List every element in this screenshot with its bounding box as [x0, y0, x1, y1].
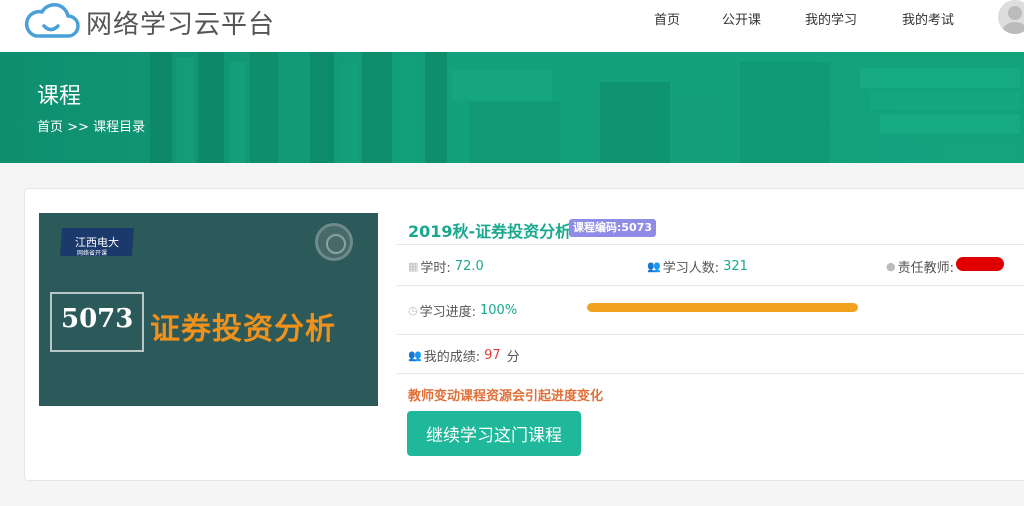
logo-text: 网络学习云平台: [86, 9, 276, 40]
score-unit: 分: [506, 350, 520, 365]
cover-course-name: 证券投资分析: [150, 312, 336, 347]
user-icon: ●: [886, 260, 896, 273]
divider: [397, 373, 1024, 374]
redacted-teacher-name: [956, 257, 1004, 271]
hours-label: 学时:: [420, 261, 451, 276]
breadcrumb-home[interactable]: 首页: [37, 120, 63, 135]
score-users-icon: 👥: [408, 349, 422, 362]
course-code-badge: 课程编码:5073: [569, 219, 657, 237]
progress-bar-fill: [587, 303, 858, 312]
score-value: 97: [484, 348, 501, 363]
hours-field: ▦ 学时: 72.0: [408, 257, 484, 276]
users-icon: 👥: [647, 260, 661, 273]
top-header: 网络学习云平台 首页 公开课 我的学习 我的考试: [0, 0, 1024, 52]
progress-notice: 教师变动课程资源会引起进度变化: [408, 389, 604, 404]
school-seal-icon: [315, 223, 353, 261]
continue-learning-button[interactable]: 继续学习这门课程: [407, 411, 581, 456]
course-title[interactable]: 2019秋-证券投资分析: [408, 218, 571, 242]
clock-icon: ▦: [408, 260, 419, 273]
students-field: 👥 学习人数: 321: [647, 257, 748, 276]
progress-field: ◷ 学习进度: 100%: [408, 301, 517, 320]
avatar-icon[interactable]: [998, 0, 1024, 34]
nav-home[interactable]: 首页: [654, 9, 680, 28]
page-banner: 课程 首页 >> 课程目录: [0, 52, 1024, 163]
cloud-logo-icon: [24, 3, 80, 38]
score-field: 👥 我的成绩: 97 分: [408, 346, 520, 365]
teacher-label: 责任教师:: [897, 261, 954, 276]
breadcrumb-separator: >>: [67, 120, 89, 135]
bookshelf-background: [150, 52, 1020, 163]
breadcrumb: 首页 >> 课程目录: [37, 116, 145, 135]
divider: [397, 285, 1024, 286]
breadcrumb-current: 课程目录: [93, 120, 146, 135]
teacher-field: ● 责任教师:: [886, 257, 954, 276]
hours-value: 72.0: [454, 259, 484, 274]
progress-bar: [587, 303, 858, 312]
cover-course-code: 5073: [61, 304, 134, 334]
progress-label: 学习进度:: [419, 305, 476, 320]
page-title: 课程: [37, 84, 82, 109]
nav-my-exams[interactable]: 我的考试: [902, 9, 954, 28]
students-label: 学习人数:: [662, 261, 720, 276]
progress-clock-icon: ◷: [408, 304, 418, 317]
site-logo[interactable]: 网络学习云平台: [22, 2, 275, 42]
progress-value: 100%: [480, 303, 518, 318]
students-value: 321: [723, 259, 748, 274]
nav-open-courses[interactable]: 公开课: [722, 9, 761, 28]
nav-my-learning[interactable]: 我的学习: [805, 9, 857, 28]
score-label: 我的成绩:: [423, 350, 481, 365]
divider: [397, 244, 1024, 245]
course-cover-image[interactable]: 江西电大 网络省开课 5073 证券投资分析: [39, 213, 378, 406]
cover-tag-subtitle: 网络省开课: [77, 250, 108, 257]
divider: [397, 334, 1024, 335]
